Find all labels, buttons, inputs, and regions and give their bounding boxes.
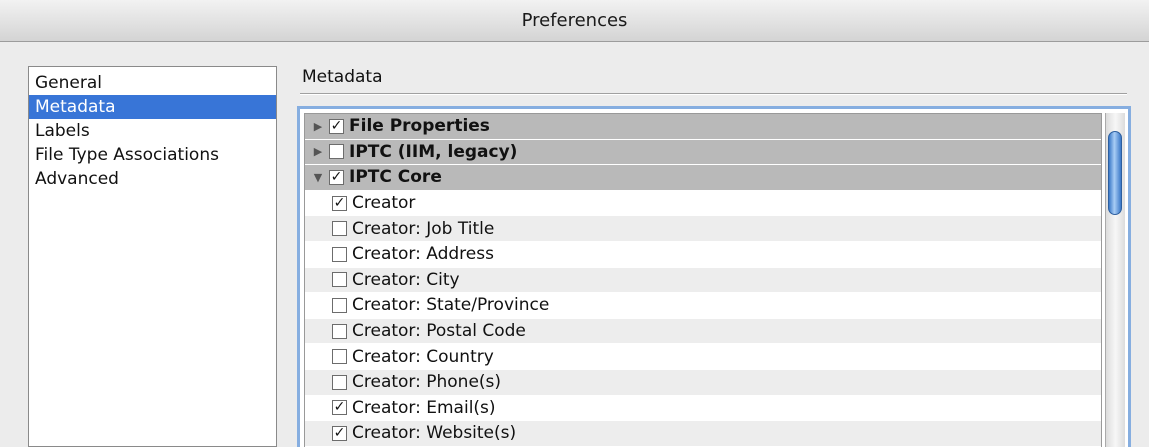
list-item: Creator: City [305, 267, 1101, 294]
item-label: Creator: Phone(s) [352, 372, 502, 393]
disclosure-triangle-right-icon[interactable]: ▶ [309, 145, 327, 158]
item-label: Creator: City [352, 269, 460, 290]
group-checkbox[interactable] [329, 144, 344, 160]
list-item: ✓ Creator: Email(s) [305, 395, 1101, 422]
item-label: Creator: Job Title [352, 218, 495, 239]
item-label: Creator: Country [352, 346, 494, 367]
preferences-sidebar: General Metadata Labels File Type Associ… [28, 66, 277, 447]
group-label: File Properties [349, 116, 490, 137]
list-item: Creator: Address [305, 241, 1101, 268]
list-item: Creator: Job Title [305, 216, 1101, 242]
item-label: Creator: Postal Code [352, 321, 526, 342]
scrollbar-thumb[interactable] [1108, 131, 1122, 215]
item-checkbox[interactable]: ✓ [332, 195, 347, 211]
group-checkbox[interactable]: ✓ [329, 169, 344, 185]
item-checkbox[interactable]: ✓ [332, 400, 347, 416]
item-label: Creator [352, 193, 416, 214]
item-checkbox[interactable] [332, 297, 347, 313]
group-label: IPTC (IIM, legacy) [349, 141, 518, 162]
group-row-file-properties: ▶ ✓ File Properties [305, 114, 1101, 140]
metadata-list-panel: ▶ ✓ File Properties ▶ IPTC (IIM, legacy)… [297, 106, 1131, 447]
list-item: ✓ Creator [305, 190, 1101, 217]
sidebar-item-metadata[interactable]: Metadata [29, 95, 276, 119]
vertical-scrollbar[interactable] [1105, 113, 1125, 447]
list-item: Creator: Country [305, 344, 1101, 370]
section-title: Metadata [302, 67, 383, 87]
section-divider [300, 93, 1127, 95]
sidebar-item-file-type-associations[interactable]: File Type Associations [29, 143, 276, 167]
item-label: Creator: State/Province [352, 295, 550, 316]
title-bar: Preferences [0, 0, 1149, 42]
sidebar-item-advanced[interactable]: Advanced [29, 167, 276, 191]
item-label: Creator: Address [352, 244, 494, 265]
list-item: Creator: Phone(s) [305, 369, 1101, 396]
list-item: Creator: State/Province [305, 293, 1101, 319]
item-checkbox[interactable] [332, 349, 347, 365]
item-checkbox[interactable] [332, 246, 347, 262]
window-title: Preferences [521, 10, 628, 31]
sidebar-item-general[interactable]: General [29, 71, 276, 95]
list-item: Creator: Postal Code [305, 318, 1101, 345]
item-label: Creator: Website(s) [352, 423, 517, 444]
item-checkbox[interactable] [332, 374, 347, 390]
item-checkbox[interactable] [332, 272, 347, 288]
sidebar-item-labels[interactable]: Labels [29, 119, 276, 143]
group-label: IPTC Core [349, 167, 442, 188]
group-row-iptc-core: ▼ ✓ IPTC Core [305, 165, 1101, 191]
item-label: Creator: Email(s) [352, 397, 496, 418]
metadata-field-list: ▶ ✓ File Properties ▶ IPTC (IIM, legacy)… [304, 113, 1102, 447]
group-row-iptc-iim: ▶ IPTC (IIM, legacy) [305, 139, 1101, 166]
item-checkbox[interactable] [332, 323, 347, 339]
item-checkbox[interactable]: ✓ [332, 425, 347, 441]
disclosure-triangle-down-icon[interactable]: ▼ [309, 171, 327, 184]
item-checkbox[interactable] [332, 221, 347, 237]
group-checkbox[interactable]: ✓ [329, 118, 344, 134]
disclosure-triangle-right-icon[interactable]: ▶ [309, 120, 327, 133]
list-item: ✓ Creator: Website(s) [305, 421, 1101, 447]
